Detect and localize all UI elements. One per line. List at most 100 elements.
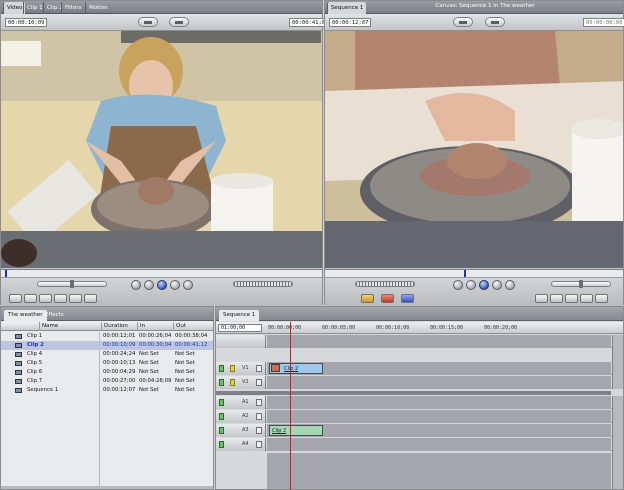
viewer-playhead[interactable] (5, 270, 7, 277)
overwrite-edit-button[interactable] (381, 294, 394, 303)
row-in: Not Set (139, 360, 159, 366)
insert-edit-button[interactable] (361, 294, 374, 303)
column-header-duration[interactable]: Duration (101, 322, 128, 331)
mark-in-button[interactable] (69, 294, 82, 303)
clip-icon (15, 334, 22, 339)
go-to-next-edit-button[interactable] (170, 280, 180, 290)
timeline-ruler[interactable]: 01:00;00 00:00:00;00 00:00:05;00 00:00:1… (216, 322, 623, 334)
row-duration: 00:00:24;24 (103, 351, 136, 357)
track-v1-lock[interactable] (256, 365, 262, 372)
ruler-label-0: 00:00:00;00 (268, 325, 302, 331)
track-a2: A2 (216, 410, 623, 423)
video-audio-divider[interactable] (216, 391, 611, 395)
canvas-playhead[interactable] (464, 270, 466, 277)
canvas-add-keyframe-button[interactable] (580, 294, 593, 303)
canvas-scrubber-bar[interactable] (325, 269, 623, 278)
row-duration: 00:00:10;09 (103, 342, 136, 348)
track-a1-audible[interactable] (219, 399, 224, 406)
canvas-play-around-button[interactable] (505, 280, 515, 290)
canvas-title: Canvas: Sequence 1 in The weather (435, 3, 535, 9)
track-a1-label: A1 (242, 399, 249, 405)
browser-row[interactable]: Clip 5 00:00:10;13 Not Set Not Set (1, 359, 213, 368)
column-header-out[interactable]: Out (173, 322, 186, 331)
track-v2-target[interactable] (230, 379, 235, 386)
canvas-current-timecode[interactable]: 00:00:00;00 (583, 18, 624, 27)
browser-row[interactable]: Sequence 1 00:00:12;07 Not Set Not Set (1, 386, 213, 395)
track-a2-lock[interactable] (256, 413, 262, 420)
timeline-playhead[interactable] (290, 322, 291, 490)
timeline-audio-clip[interactable]: Clip 2 (269, 425, 323, 436)
track-a2-audible[interactable] (219, 413, 224, 420)
browser-scrollbar[interactable] (1, 486, 213, 489)
browser-tab-bar: The weather Effects (1, 307, 213, 321)
row-name: Clip 5 (27, 360, 43, 366)
canvas-mark-in-button[interactable] (550, 294, 563, 303)
tab-effects[interactable]: Effects (41, 310, 68, 321)
row-in: Not Set (139, 351, 159, 357)
clip-duration-timecode[interactable]: 00:00:10;09 (5, 18, 48, 27)
tab-sequence-1[interactable]: Sequence 1 (327, 2, 367, 14)
track-a4-lock[interactable] (256, 441, 262, 448)
canvas-toolbar: 00:00:12;07 00:00:00;00 (325, 14, 624, 31)
clip-icon (15, 379, 22, 384)
canvas-zoom-popup[interactable] (453, 17, 473, 27)
row-in: 00:00:30;04 (139, 342, 172, 348)
canvas-view-popup[interactable] (485, 17, 505, 27)
track-v2-visibility[interactable] (219, 379, 224, 386)
audio-tracks-scrollbar[interactable] (612, 396, 623, 489)
timeline-zoom-timecode[interactable]: 01:00;00 (218, 324, 262, 332)
browser-row[interactable]: Clip 4 00:00:24;24 Not Set Not Set (1, 350, 213, 359)
canvas-add-marker-button[interactable] (535, 294, 548, 303)
track-a4-audible[interactable] (219, 441, 224, 448)
browser-row[interactable]: Clip 2 00:00:10;09 00:00:30;04 00:00:41;12 (1, 341, 213, 350)
canvas-previous-edit-button[interactable] (466, 280, 476, 290)
view-popup[interactable] (169, 17, 189, 27)
browser-row[interactable]: Clip 6 00:00:04;29 Not Set Not Set (1, 368, 213, 377)
canvas-mark-out-button[interactable] (565, 294, 578, 303)
track-a3-audible[interactable] (219, 427, 224, 434)
track-a3-lock[interactable] (256, 427, 262, 434)
play-around-button[interactable] (183, 280, 193, 290)
viewer-scrubber-bar[interactable] (1, 269, 322, 278)
column-header-name[interactable]: Name (39, 322, 58, 331)
timeline-empty-area[interactable] (267, 453, 611, 489)
tab-timeline-sequence-1[interactable]: Sequence 1 (219, 310, 260, 321)
zoom-popup[interactable] (138, 17, 158, 27)
browser-row[interactable]: Clip 1 00:00:12;01 00:00:26;04 00:00:38;04 (1, 332, 213, 341)
canvas-next-edit-button[interactable] (492, 280, 502, 290)
mark-clip-button[interactable] (24, 294, 37, 303)
play-in-out-button[interactable] (131, 280, 141, 290)
browser-row[interactable]: Clip 7 00:00:27;00 00:04:28;09 Not Set (1, 377, 213, 386)
timeline-tab-bar: Sequence 1 (216, 307, 623, 321)
match-frame-button[interactable] (9, 294, 22, 303)
shuttle-control[interactable] (37, 280, 107, 288)
sequence-duration-timecode[interactable]: 00:00:12;07 (329, 18, 372, 27)
tab-filters[interactable]: Filters (61, 2, 85, 14)
play-button[interactable] (157, 280, 167, 290)
canvas-play-button[interactable] (479, 280, 489, 290)
track-v1-visibility[interactable] (219, 365, 224, 372)
track-v1-target[interactable] (230, 365, 235, 372)
pottery-scene-image (1, 31, 322, 268)
row-out: Not Set (175, 378, 195, 384)
canvas-play-in-out-button[interactable] (453, 280, 463, 290)
row-duration: 00:00:12;07 (103, 387, 136, 393)
canvas-match-frame-button[interactable] (595, 294, 608, 303)
tab-motion[interactable]: Motion (85, 2, 111, 14)
add-keyframe-button[interactable] (39, 294, 52, 303)
column-header-in[interactable]: In (137, 322, 145, 331)
track-v2-lock[interactable] (256, 379, 262, 386)
row-duration: 00:00:04;29 (103, 369, 136, 375)
canvas-jog-control[interactable] (355, 281, 415, 287)
canvas-shuttle-control[interactable] (551, 280, 611, 288)
timeline-window: Sequence 1 01:00;00 00:00:00;00 00:00:05… (215, 306, 624, 490)
row-name: Clip 1 (27, 333, 43, 339)
row-name: Clip 4 (27, 351, 43, 357)
track-a1-lock[interactable] (256, 399, 262, 406)
replace-edit-button[interactable] (401, 294, 414, 303)
add-marker-button[interactable] (54, 294, 67, 303)
jog-control[interactable] (233, 281, 293, 287)
mark-out-button[interactable] (84, 294, 97, 303)
video-tracks-scrollbar[interactable] (612, 335, 623, 389)
go-to-previous-edit-button[interactable] (144, 280, 154, 290)
